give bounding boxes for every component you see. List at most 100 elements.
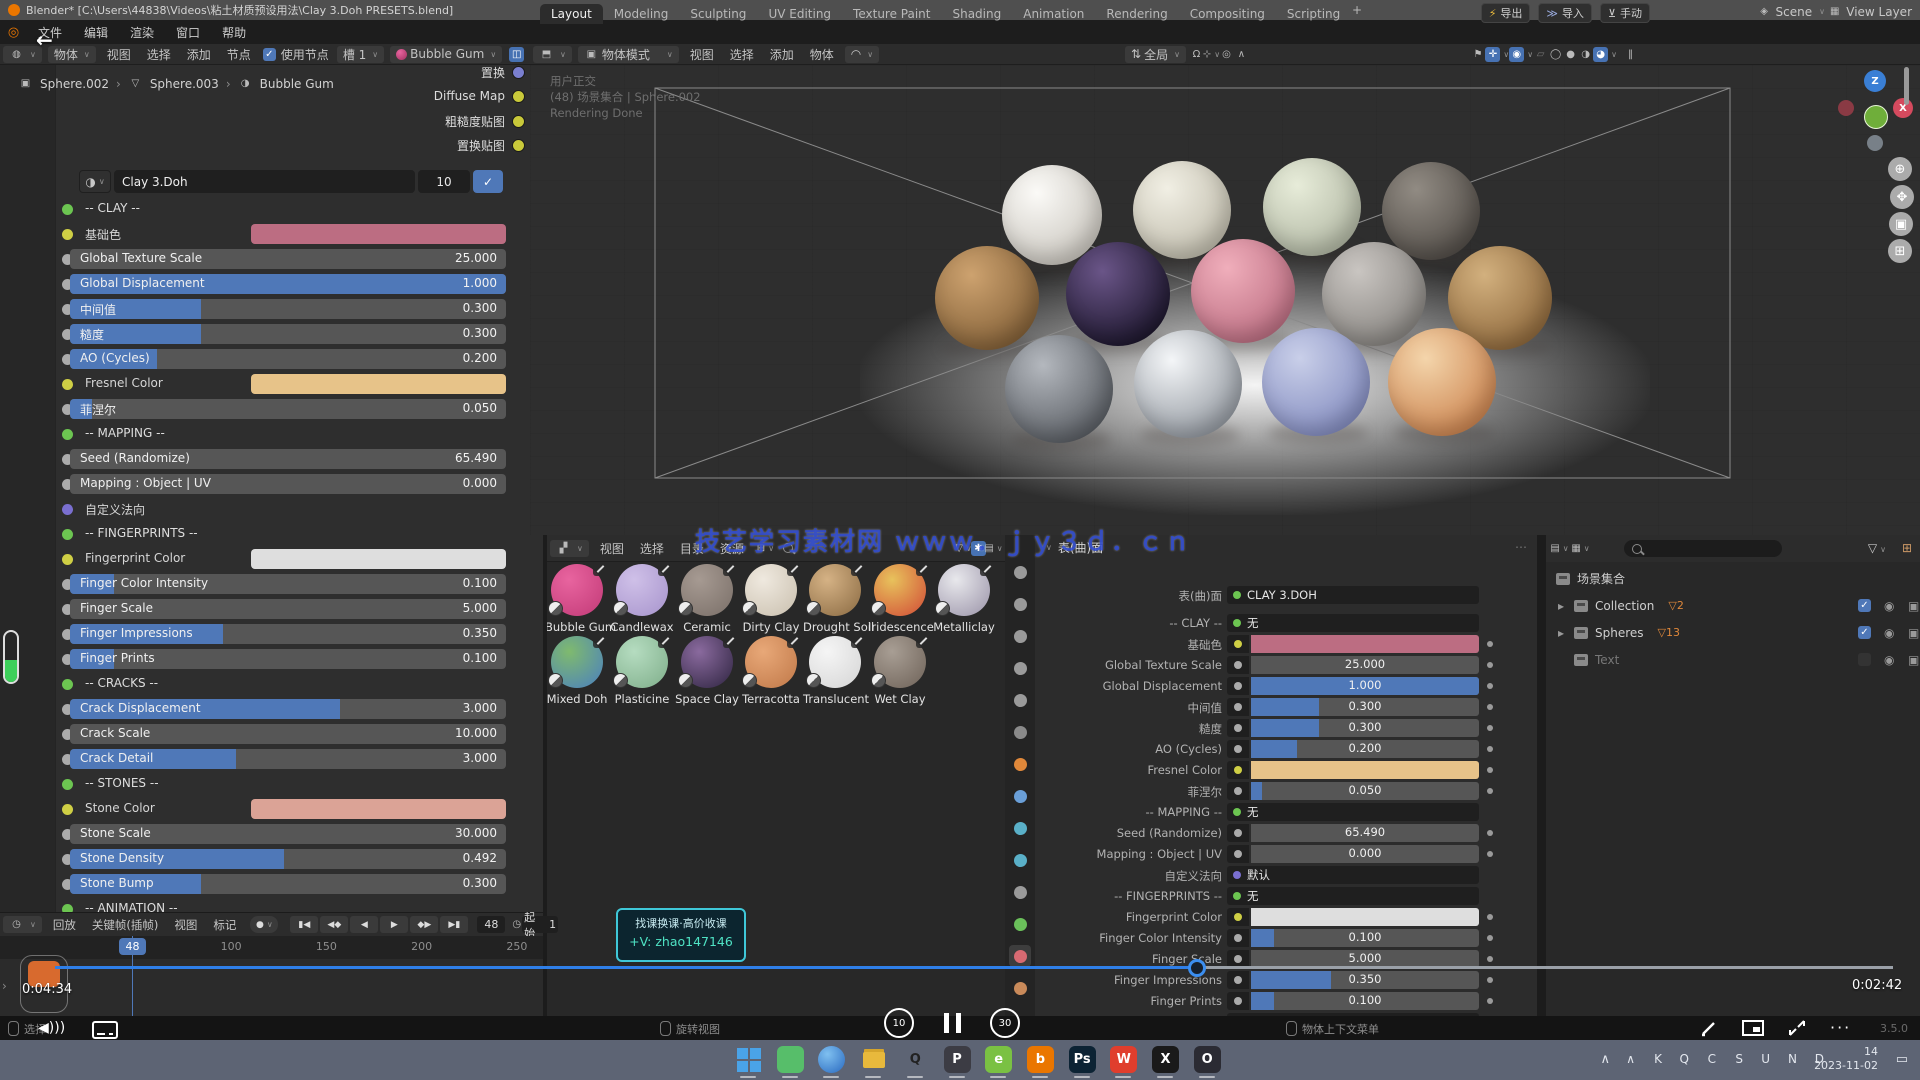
slider[interactable]: 菲涅尔0.050	[70, 399, 506, 419]
keyframe-dot[interactable]	[1487, 998, 1493, 1004]
socket-dot[interactable]	[512, 66, 525, 79]
slider[interactable]: Seed (Randomize)65.490	[70, 449, 506, 469]
app-capcut[interactable]: X	[1152, 1046, 1179, 1073]
clay-sphere-cream-clay[interactable]	[1133, 161, 1231, 259]
asset-dirty-clay[interactable]: Dirty Clay	[739, 564, 803, 634]
keyframe-dot[interactable]	[1487, 830, 1493, 836]
color-swatch[interactable]	[251, 374, 506, 394]
auto-key-button[interactable]: ●∨	[250, 916, 278, 933]
pin-node-icon[interactable]: ◫	[509, 47, 524, 62]
socket-dot-box[interactable]	[1227, 845, 1249, 863]
slider[interactable]: Crack Displacement3.000	[70, 699, 506, 719]
app-qq[interactable]: Q	[902, 1046, 929, 1073]
overlays-toggle-icon[interactable]: ◉	[1509, 47, 1524, 62]
slider[interactable]: Finger Prints0.100	[70, 649, 506, 669]
app-browser-360[interactable]: e	[985, 1046, 1012, 1073]
axis-y[interactable]	[1864, 105, 1888, 129]
outliner-item-collection[interactable]: ▸Collection▽2✓◉▣	[1546, 592, 1920, 619]
menu-视图[interactable]: 视图	[592, 540, 632, 557]
shading-rendered-icon[interactable]: ◕	[1593, 47, 1608, 62]
camera-toggle-icon[interactable]: ▣	[1908, 653, 1919, 667]
asset-metalliclay[interactable]: Metalliclay	[932, 564, 996, 634]
keyframe-dot[interactable]	[1487, 956, 1493, 962]
slider[interactable]: Finger Scale5.000	[70, 599, 506, 619]
collapse-header-icon[interactable]: ‖	[1623, 47, 1638, 62]
outliner-item-text[interactable]: Text◉▣	[1546, 646, 1920, 673]
surface-field[interactable]: CLAY 3.DOH	[1227, 586, 1479, 604]
socket-dot-box[interactable]	[1227, 929, 1249, 947]
player-back-arrow[interactable]: ←	[36, 28, 53, 52]
menu-关键帧(插帧)[interactable]: 关键帧(插帧)	[84, 917, 166, 933]
keyframe-dot[interactable]	[1487, 977, 1493, 983]
app-obs[interactable]: O	[1194, 1046, 1221, 1073]
player-progress-handle[interactable]	[1188, 959, 1206, 977]
tray-icon-5[interactable]: U	[1761, 1052, 1770, 1066]
tab-output[interactable]	[1009, 625, 1031, 647]
asset-drought-soil[interactable]: Drought Soil	[803, 564, 867, 634]
menu-节点[interactable]: 节点	[219, 46, 259, 63]
tab-shading[interactable]: Shading	[941, 4, 1012, 24]
slider[interactable]: 0.100	[1251, 929, 1479, 947]
outliner-root[interactable]: 场景集合	[1546, 565, 1920, 592]
menu-标记[interactable]: 标记	[205, 917, 244, 933]
socket-dot-box[interactable]	[1227, 761, 1249, 779]
exit-fullscreen-icon[interactable]	[1788, 1019, 1806, 1037]
socket-dot[interactable]	[62, 554, 73, 565]
socket-dot[interactable]	[62, 204, 73, 215]
slider[interactable]: 0.300	[1251, 698, 1479, 716]
socket-dot[interactable]	[62, 804, 73, 815]
expand-arrow-icon[interactable]: ›	[2, 979, 7, 993]
tab-particles[interactable]	[1009, 817, 1031, 839]
checkbox-toggle[interactable]: ✓	[1858, 599, 1871, 612]
slider[interactable]: Stone Density0.492	[70, 849, 506, 869]
socket-dot-box[interactable]	[1227, 824, 1249, 842]
socket-dot-box[interactable]	[1227, 971, 1249, 989]
color-swatch[interactable]	[251, 549, 506, 569]
color-swatch[interactable]	[251, 224, 506, 244]
node-group-icon[interactable]: ◑∨	[79, 170, 111, 193]
checkbox-toggle[interactable]: ✓	[1858, 626, 1871, 639]
view-layer-selector[interactable]: ▦ View Layer	[1827, 4, 1912, 19]
eye-toggle-icon[interactable]: ◉	[1884, 653, 1894, 667]
slider[interactable]: Global Displacement1.000	[70, 274, 506, 294]
socket-dot[interactable]	[62, 229, 73, 240]
socket-dot-box[interactable]	[1227, 656, 1249, 674]
clay-sphere-pale-green-clay[interactable]	[1263, 158, 1361, 256]
filter-icon[interactable]: ▽∨	[1868, 541, 1886, 555]
tab-texture-paint[interactable]: Texture Paint	[842, 4, 941, 24]
camera-toggle-icon[interactable]: ▣	[1908, 626, 1919, 640]
ortho-grid-button[interactable]: ⊞	[1888, 239, 1912, 263]
menu-物体[interactable]: 物体	[802, 46, 842, 63]
tray-icon-4[interactable]: S	[1735, 1052, 1743, 1066]
slider[interactable]: 中间值0.300	[70, 299, 506, 319]
tab-render[interactable]	[1009, 593, 1031, 615]
socket-dot-box[interactable]	[1227, 698, 1249, 716]
enum-field[interactable]: 无	[1227, 803, 1479, 821]
tray-icon-3[interactable]: C	[1708, 1052, 1716, 1066]
tab-constraints[interactable]	[1009, 881, 1031, 903]
enum-field[interactable]: 无	[1227, 614, 1479, 632]
tab-object[interactable]	[1009, 753, 1031, 775]
socket-dot-box[interactable]	[1227, 908, 1249, 926]
tab-sculpting[interactable]: Sculpting	[679, 4, 757, 24]
socket-dot[interactable]	[512, 139, 525, 152]
socket-dot-box[interactable]	[1227, 677, 1249, 695]
app-wps[interactable]: W	[1110, 1046, 1137, 1073]
asset-wet-clay[interactable]: Wet Clay	[868, 636, 932, 706]
outliner-item-spheres[interactable]: ▸Spheres▽13✓◉▣	[1546, 619, 1920, 646]
clay-sphere-pink-clay[interactable]	[1191, 239, 1295, 343]
scene-selector[interactable]: ◈ Scene∨	[1757, 4, 1825, 19]
shading-material-icon[interactable]: ◑	[1578, 47, 1593, 62]
viewport-scrollbar[interactable]	[1904, 67, 1909, 105]
socket-dot[interactable]	[62, 679, 73, 690]
shader-type-dropdown[interactable]: 物体∨	[48, 46, 96, 63]
keyframe-dot[interactable]	[1487, 704, 1493, 710]
proportional-edit-icon[interactable]: ◎	[1219, 47, 1234, 62]
keyframe-dot[interactable]	[1487, 683, 1493, 689]
slider[interactable]: Stone Scale30.000	[70, 824, 506, 844]
player-speaker-icon[interactable]: ◀)))	[38, 1020, 65, 1036]
app-app-p[interactable]: P	[944, 1046, 971, 1073]
menu-添加[interactable]: 添加	[762, 46, 802, 63]
tab-rendering[interactable]: Rendering	[1095, 4, 1178, 24]
node-group-checkbox[interactable]: ✓	[473, 170, 503, 193]
